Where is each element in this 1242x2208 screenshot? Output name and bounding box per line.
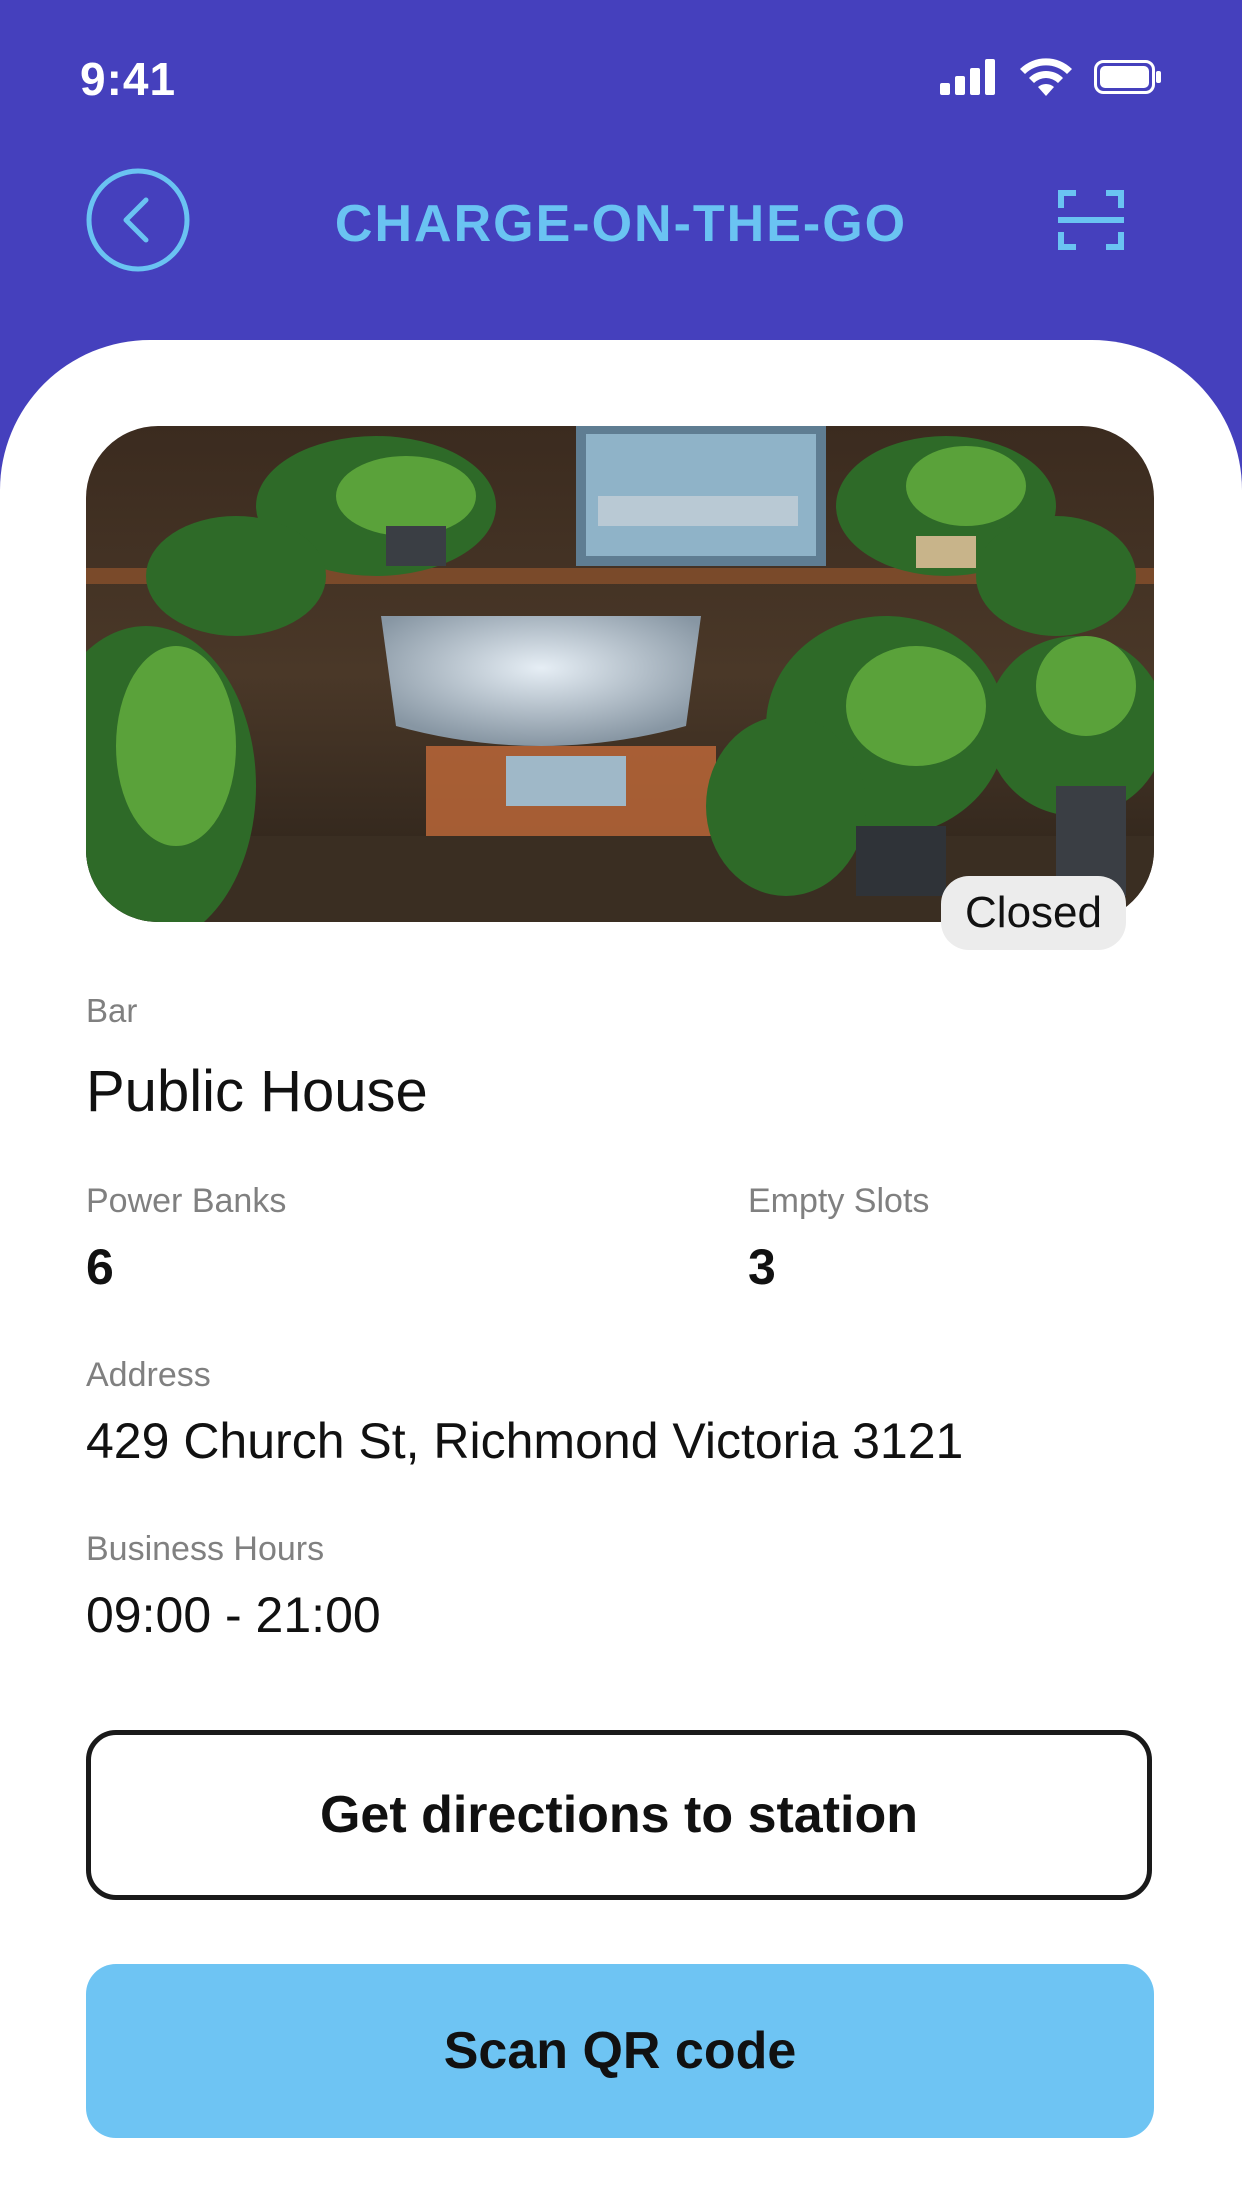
venue-category: Bar [86, 992, 138, 1029]
venue-name: Public House [86, 1059, 428, 1124]
venue-photo [86, 426, 1154, 922]
address-label: Address [86, 1356, 211, 1394]
power-banks-label: Power Banks [86, 1182, 287, 1220]
top-nav: CHARGE-ON-THE-GO [0, 150, 1242, 310]
status-bar: 9:41 [0, 0, 1242, 150]
status-icons [940, 58, 1162, 96]
scan-qr-button[interactable]: Scan QR code [86, 1964, 1154, 2138]
empty-slots-value: 3 [748, 1239, 776, 1295]
hours-value: 09:00 - 21:00 [86, 1587, 381, 1643]
scan-frame-icon [1058, 190, 1124, 250]
battery-icon [1094, 60, 1161, 94]
address-value: 429 Church St, Richmond Victoria 3121 [86, 1413, 964, 1469]
empty-slots-label: Empty Slots [748, 1182, 930, 1220]
signal-icon [940, 59, 995, 95]
hours-label: Business Hours [86, 1530, 325, 1568]
power-banks-value: 6 [86, 1239, 114, 1295]
station-card: Closed Bar Public House Power Banks 6 Em… [0, 340, 1242, 2208]
status-time: 9:41 [80, 53, 177, 105]
scan-button[interactable] [1058, 190, 1124, 250]
get-directions-button[interactable]: Get directions to station [86, 1730, 1152, 1900]
status-badge: Closed [941, 876, 1126, 950]
page-title: CHARGE-ON-THE-GO [334, 195, 908, 253]
wifi-icon [1020, 58, 1072, 96]
